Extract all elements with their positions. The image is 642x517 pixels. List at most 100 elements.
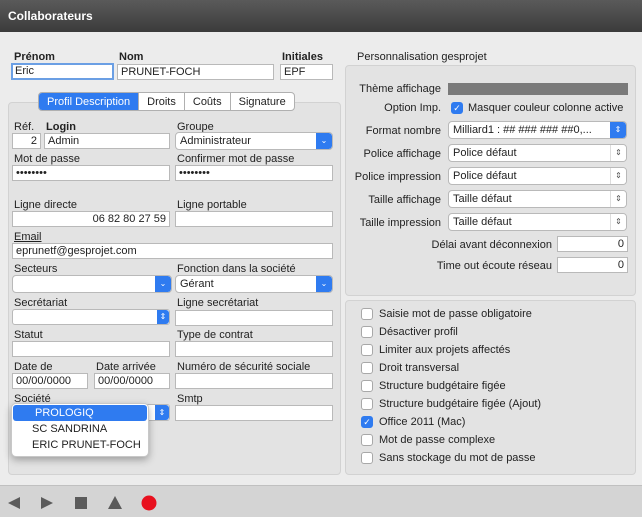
- police-impression-select[interactable]: Police défaut ⇕: [448, 167, 627, 185]
- smtp-label: Smtp: [177, 393, 203, 405]
- password-input[interactable]: ••••••••: [12, 165, 170, 181]
- personalisation-title: Personnalisation gesprojet: [357, 51, 487, 63]
- confirm-password-label: Confirmer mot de passe: [177, 153, 295, 165]
- option-label: Office 2011 (Mac): [379, 416, 466, 428]
- select-arrows-icon: ⇕: [610, 122, 626, 138]
- option-checkbox[interactable]: [361, 308, 373, 320]
- option-checkbox[interactable]: [361, 326, 373, 338]
- secteurs-label: Secteurs: [14, 263, 58, 275]
- police-impression-value: Police défaut: [453, 170, 517, 182]
- option-label: Mot de passe complexe: [379, 434, 496, 446]
- record-icon[interactable]: [141, 495, 157, 511]
- theme-swatch[interactable]: [448, 83, 628, 95]
- fonction-select[interactable]: Gérant ⌄: [175, 275, 333, 293]
- societe-option-eric-prunet-foch[interactable]: ERIC PRUNET-FOCH: [12, 437, 148, 453]
- tab-droits[interactable]: Droits: [139, 93, 185, 110]
- societe-option-prologiq[interactable]: PROLOGIQ: [13, 405, 147, 421]
- nom-label: Nom: [119, 51, 144, 63]
- statut-input[interactable]: [12, 341, 170, 357]
- option-checkbox[interactable]: [361, 380, 373, 392]
- ligne-secretariat-input[interactable]: [175, 310, 333, 326]
- groupe-select[interactable]: Administrateur ⌄: [175, 132, 333, 150]
- login-label: Login: [46, 121, 76, 133]
- option-checkbox[interactable]: ✓: [361, 416, 373, 428]
- initiales-input[interactable]: EPF: [280, 64, 333, 80]
- tab-bar: Profil Description Droits Coûts Signatur…: [38, 92, 295, 111]
- option-label: Limiter aux projets affectés: [379, 344, 511, 356]
- tab-profil-description[interactable]: Profil Description: [39, 93, 140, 110]
- option-label: Structure budgétaire figée (Ajout): [379, 398, 542, 410]
- secu-label: Numéro de sécurité sociale: [177, 361, 311, 373]
- timeout-label: Time out écoute réseau: [436, 260, 552, 272]
- delai-input[interactable]: 0: [557, 236, 628, 252]
- police-affichage-label: Police affichage: [363, 148, 441, 160]
- date-de-label: Date de: [14, 361, 53, 373]
- nom-input[interactable]: PRUNET-FOCH: [117, 64, 274, 80]
- taille-affichage-value: Taille défaut: [453, 193, 512, 205]
- ligne-portable-label: Ligne portable: [177, 199, 247, 211]
- select-arrows-icon: ⇕: [157, 310, 169, 324]
- option-checkbox[interactable]: [361, 344, 373, 356]
- ligne-directe-input[interactable]: 06 82 80 27 59: [12, 211, 170, 227]
- select-arrows-icon: ⇕: [610, 214, 626, 230]
- format-nombre-label: Format nombre: [365, 125, 441, 137]
- taille-impression-select[interactable]: Taille défaut ⇕: [448, 213, 627, 231]
- bottom-toolbar: [0, 485, 642, 517]
- confirm-password-input[interactable]: ••••••••: [175, 165, 333, 181]
- prenom-input[interactable]: Eric: [11, 63, 114, 80]
- delai-label: Délai avant déconnexion: [431, 239, 552, 251]
- next-icon[interactable]: [40, 496, 54, 510]
- tab-signature[interactable]: Signature: [231, 93, 294, 110]
- taille-impression-value: Taille défaut: [453, 216, 512, 228]
- previous-icon[interactable]: [7, 496, 21, 510]
- option-checkbox[interactable]: [361, 398, 373, 410]
- select-arrows-icon: ⇕: [610, 145, 626, 161]
- email-input[interactable]: eprunetf@gesprojet.com: [12, 243, 333, 259]
- taille-affichage-select[interactable]: Taille défaut ⇕: [448, 190, 627, 208]
- option-label: Désactiver profil: [379, 326, 458, 338]
- chevron-down-icon: ⌄: [316, 133, 332, 149]
- groupe-value: Administrateur: [180, 135, 251, 147]
- prenom-label: Prénom: [14, 51, 55, 63]
- option-checkbox[interactable]: [361, 452, 373, 464]
- ref-label: Réf.: [14, 121, 35, 133]
- masquer-couleur-label: Masquer couleur colonne active: [468, 102, 624, 114]
- stop-icon[interactable]: [74, 496, 88, 510]
- chevron-down-icon: ⌄: [155, 276, 171, 292]
- type-contrat-label: Type de contrat: [177, 329, 253, 341]
- ligne-directe-label: Ligne directe: [14, 199, 77, 211]
- smtp-input[interactable]: [175, 405, 333, 421]
- secteurs-select[interactable]: ⌄: [12, 275, 172, 293]
- date-de-input[interactable]: 00/00/0000: [12, 373, 88, 389]
- societe-option-sc-sandrina[interactable]: SC SANDRINA: [12, 421, 148, 437]
- option-label: Structure budgétaire figée: [379, 380, 506, 392]
- secretariat-select[interactable]: ⇕: [12, 309, 170, 325]
- secretariat-label: Secrétariat: [14, 297, 68, 309]
- taille-impression-label: Taille impression: [359, 217, 441, 229]
- ligne-secretariat-label: Ligne secrétariat: [177, 297, 259, 309]
- login-input[interactable]: Admin: [44, 133, 170, 149]
- option-label: Saisie mot de passe obligatoire: [379, 308, 532, 320]
- option-checkbox[interactable]: [361, 434, 373, 446]
- format-nombre-select[interactable]: Milliard1 : ## ### ### ##0,... ⇕: [448, 121, 627, 139]
- fonction-label: Fonction dans la société: [177, 263, 296, 275]
- initiales-label: Initiales: [282, 51, 323, 63]
- police-affichage-select[interactable]: Police défaut ⇕: [448, 144, 627, 162]
- ref-input[interactable]: 2: [12, 133, 41, 149]
- eject-icon[interactable]: [107, 495, 123, 510]
- record-dot: [141, 495, 157, 511]
- statut-label: Statut: [14, 329, 43, 341]
- date-arrivee-input[interactable]: 00/00/0000: [94, 373, 170, 389]
- fonction-value: Gérant: [180, 278, 214, 290]
- masquer-couleur-checkbox[interactable]: ✓: [451, 102, 463, 114]
- tab-couts[interactable]: Coûts: [185, 93, 231, 110]
- select-arrows-icon: ⇕: [610, 168, 626, 184]
- secu-input[interactable]: [175, 373, 333, 389]
- timeout-input[interactable]: 0: [557, 257, 628, 273]
- ligne-portable-input[interactable]: [175, 211, 333, 227]
- option-label: Droit transversal: [379, 362, 460, 374]
- email-label[interactable]: Email: [14, 231, 42, 243]
- type-contrat-input[interactable]: [175, 341, 333, 357]
- option-checkbox[interactable]: [361, 362, 373, 374]
- police-impression-label: Police impression: [354, 171, 441, 183]
